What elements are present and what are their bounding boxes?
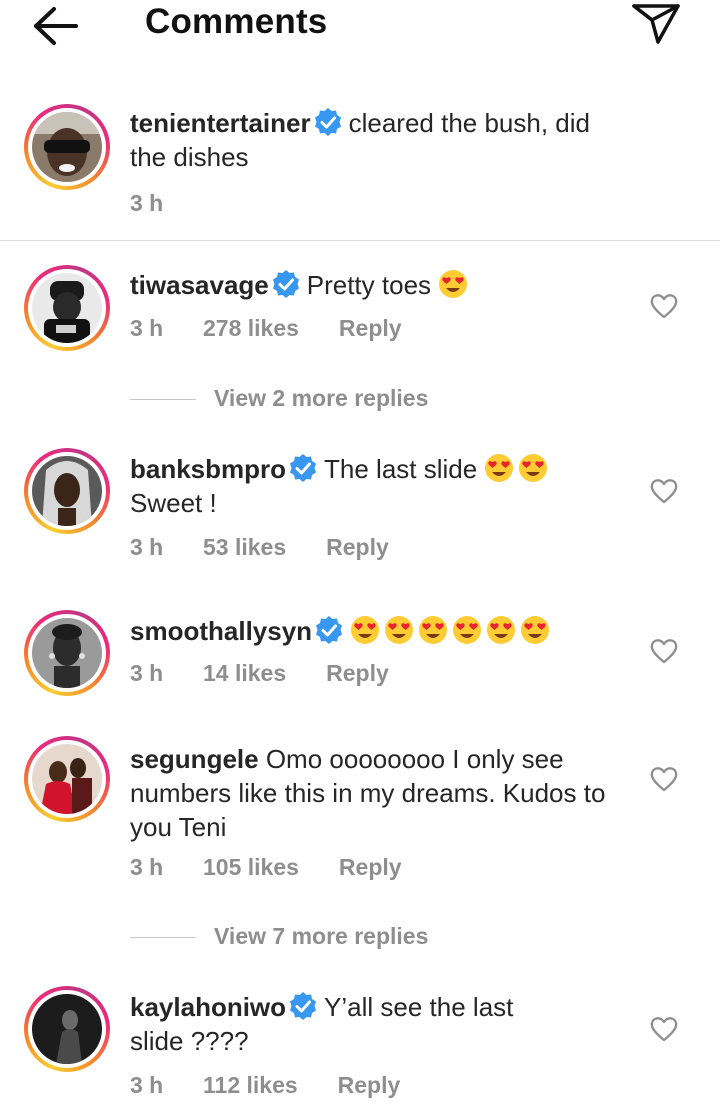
heart-eyes-emoji-icon — [452, 615, 482, 645]
comment-meta: 3 h 14 likes Reply — [130, 660, 389, 687]
view-more-label[interactable]: View 2 more replies — [214, 385, 428, 411]
heart-outline-icon[interactable] — [650, 478, 678, 504]
comment-text: kaylahoniwo Y’all see the last slide ???? — [130, 990, 550, 1058]
view-more-line — [130, 937, 196, 939]
verified-badge-icon — [271, 269, 301, 299]
comment-text: tiwasavage Pretty toes — [130, 268, 630, 302]
heart-eyes-emoji-icon — [484, 453, 514, 483]
caption-text: tenientertainer cleared the bush, did the… — [130, 106, 630, 174]
view-more-replies[interactable]: View 2 more replies — [130, 385, 428, 412]
avatar[interactable] — [24, 736, 110, 822]
username[interactable]: kaylahoniwo — [130, 992, 286, 1022]
caption-meta: 3 h — [130, 190, 203, 217]
avatar[interactable] — [24, 986, 110, 1072]
comment-body: The last slide — [324, 454, 478, 484]
comment-body-line2: Sweet ! — [130, 488, 217, 518]
timestamp: 3 h — [130, 534, 164, 560]
heart-eyes-emoji-icon — [418, 615, 448, 645]
view-more-label[interactable]: View 7 more replies — [214, 923, 428, 949]
comment-meta: 3 h 53 likes Reply — [130, 534, 389, 561]
like-count[interactable]: 105 likes — [203, 854, 299, 881]
avatar[interactable] — [24, 610, 110, 696]
timestamp: 3 h — [130, 315, 164, 341]
heart-eyes-emoji-icon — [438, 269, 468, 299]
comment-body: Pretty toes — [306, 270, 432, 300]
heart-outline-icon[interactable] — [650, 766, 678, 792]
timestamp: 3 h — [130, 1072, 164, 1098]
arrow-left-icon[interactable] — [32, 6, 80, 46]
heart-outline-icon[interactable] — [650, 293, 678, 319]
verified-badge-icon — [288, 453, 318, 483]
reply-button[interactable]: Reply — [326, 534, 389, 561]
reply-button[interactable]: Reply — [338, 1072, 401, 1099]
top-bar: Comments — [0, 0, 720, 52]
avatar[interactable] — [24, 448, 110, 534]
username[interactable]: banksbmpro — [130, 454, 286, 484]
heart-eyes-emoji-icon — [486, 615, 516, 645]
comment-meta: 3 h 112 likes Reply — [130, 1072, 400, 1099]
like-count[interactable]: 53 likes — [203, 534, 286, 561]
reply-button[interactable]: Reply — [326, 660, 389, 687]
avatar[interactable] — [24, 265, 110, 351]
like-count[interactable]: 278 likes — [203, 315, 299, 342]
page-title: Comments — [145, 2, 328, 41]
view-more-line — [130, 399, 196, 401]
heart-eyes-emoji-icon — [518, 453, 548, 483]
comment-text: segungele Omo oooooooo I only see number… — [130, 742, 620, 844]
heart-eyes-emoji-icon — [350, 615, 380, 645]
comment-meta: 3 h 105 likes Reply — [130, 854, 402, 881]
heart-outline-icon[interactable] — [650, 1016, 678, 1042]
divider — [0, 240, 720, 241]
timestamp: 3 h — [130, 190, 164, 216]
view-more-replies[interactable]: View 7 more replies — [130, 923, 428, 950]
reply-button[interactable]: Reply — [339, 854, 402, 881]
like-count[interactable]: 112 likes — [203, 1072, 298, 1099]
timestamp: 3 h — [130, 854, 164, 880]
paper-plane-icon[interactable] — [630, 0, 682, 46]
avatar[interactable] — [24, 104, 110, 190]
comment-text: smoothallysyn — [130, 614, 630, 648]
verified-badge-icon — [288, 991, 318, 1021]
username[interactable]: tenientertainer — [130, 108, 311, 138]
verified-badge-icon — [313, 107, 343, 137]
timestamp: 3 h — [130, 660, 164, 686]
username[interactable]: smoothallysyn — [130, 616, 312, 646]
like-count[interactable]: 14 likes — [203, 660, 286, 687]
comment-meta: 3 h 278 likes Reply — [130, 315, 402, 342]
heart-eyes-emoji-icon — [384, 615, 414, 645]
verified-badge-icon — [314, 615, 344, 645]
username[interactable]: tiwasavage — [130, 270, 269, 300]
comment-text: banksbmpro The last slide Sweet ! — [130, 452, 630, 520]
username[interactable]: segungele — [130, 744, 259, 774]
heart-outline-icon[interactable] — [650, 638, 678, 664]
reply-button[interactable]: Reply — [339, 315, 402, 342]
heart-eyes-emoji-icon — [520, 615, 550, 645]
